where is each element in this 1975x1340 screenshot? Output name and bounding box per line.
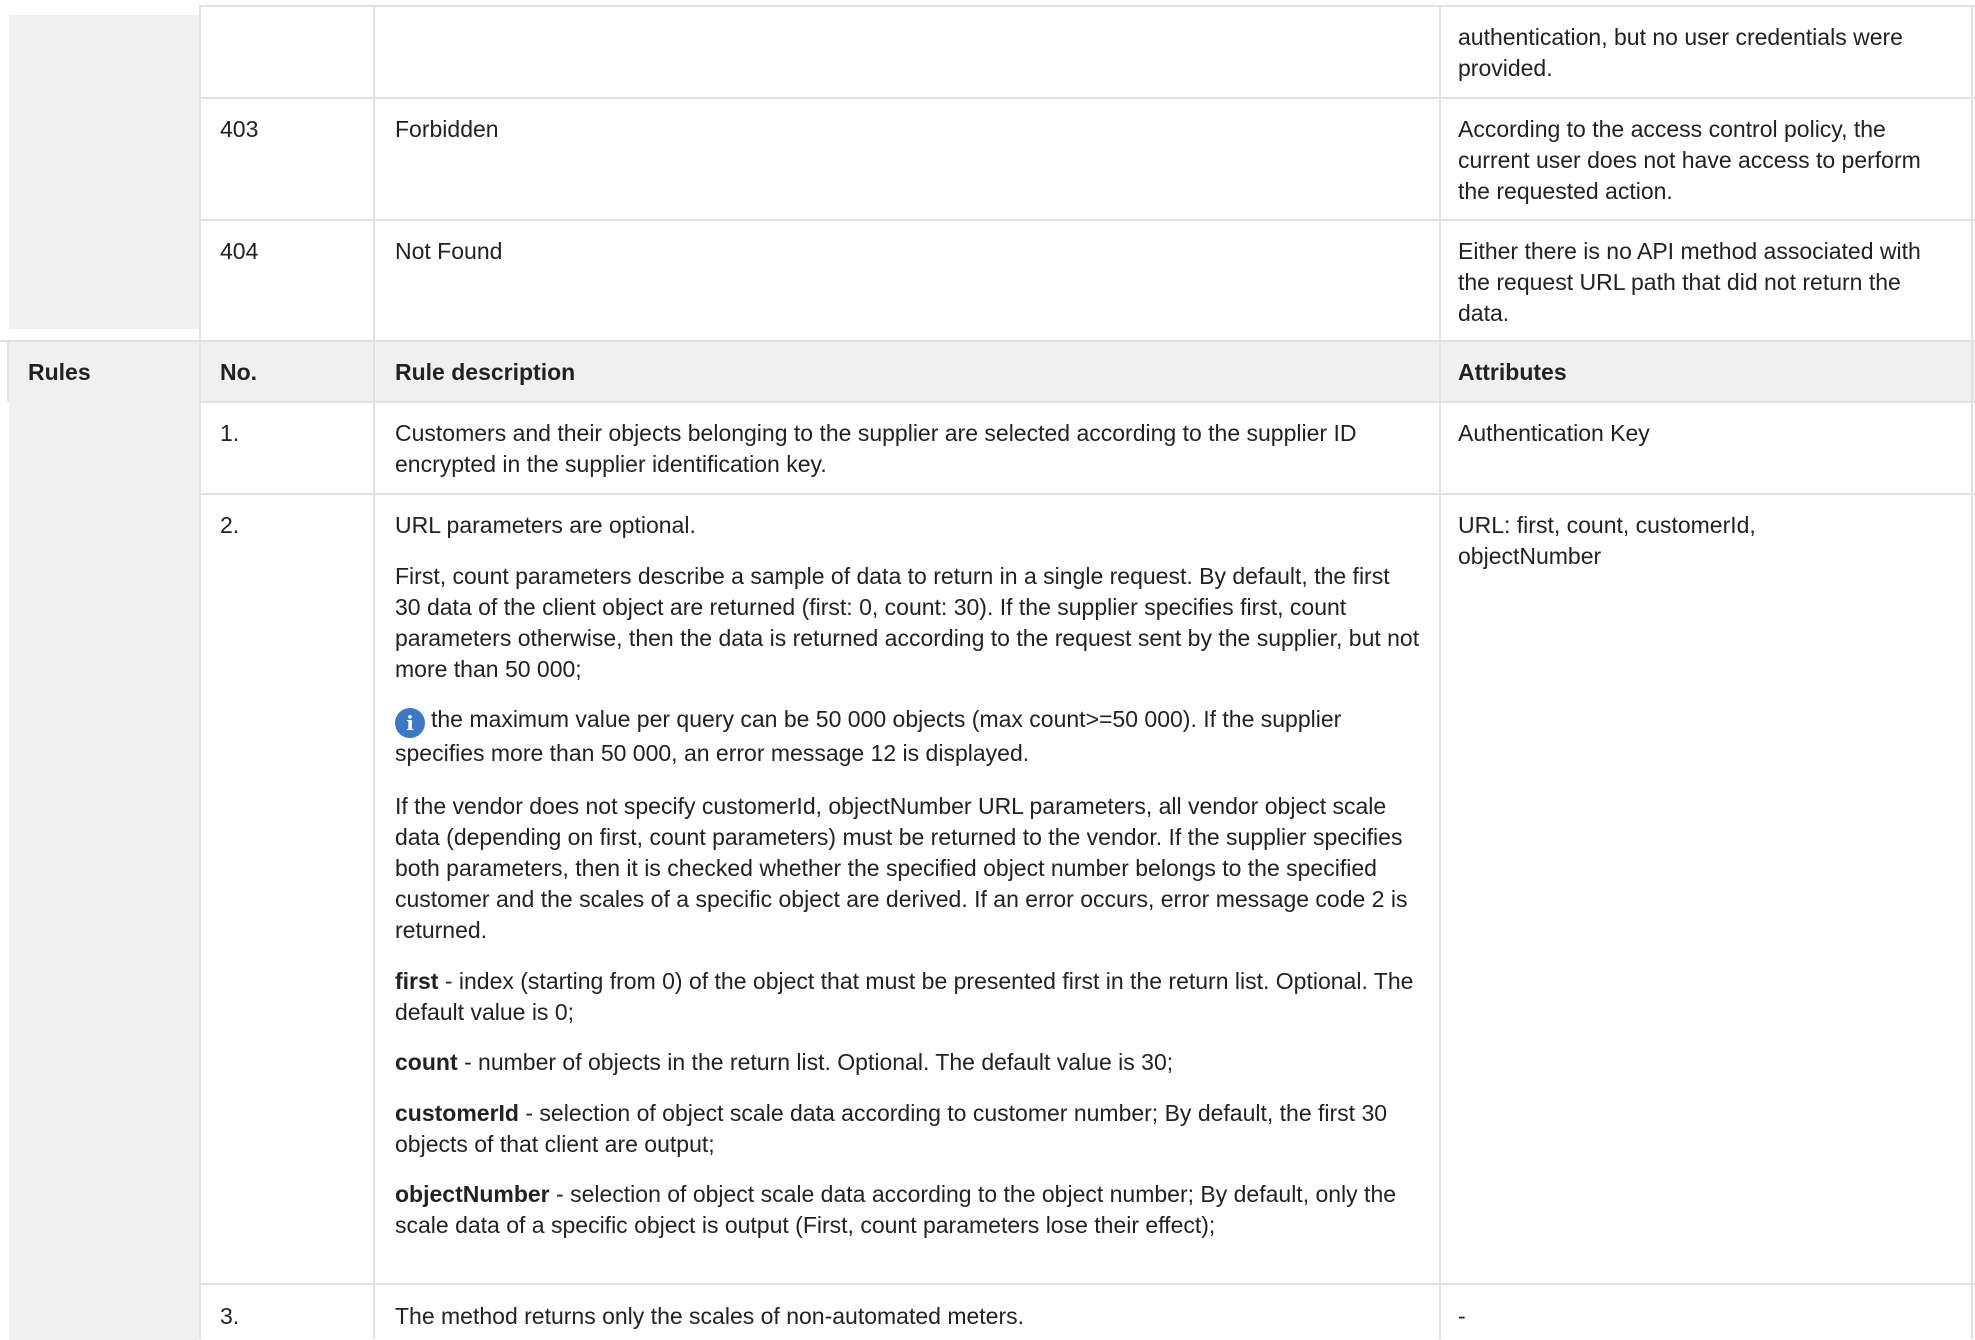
rule-paragraph: URL parameters are optional. xyxy=(395,512,696,538)
param-object-number: objectNumber - selection of object scale… xyxy=(395,1179,1420,1241)
row-divider xyxy=(199,219,1975,221)
column-header-no: No. xyxy=(220,359,258,385)
row-divider xyxy=(199,1283,1975,1285)
error-description: Either there is no API method associated… xyxy=(1458,238,1921,326)
rule-paragraph: First, count parameters describe a sampl… xyxy=(395,563,1420,682)
row-divider xyxy=(0,340,1975,342)
column-header-attributes: Attributes xyxy=(1458,359,1567,385)
rules-side-panel xyxy=(9,340,199,1340)
rule-number: 2. xyxy=(220,512,240,538)
error-code: 403 xyxy=(220,116,259,142)
error-name: Forbidden xyxy=(395,116,499,142)
column-divider xyxy=(1439,5,1441,1339)
param-text: - index (starting from 0) of the object … xyxy=(395,968,1414,1025)
param-term: first xyxy=(395,968,439,994)
column-divider xyxy=(373,5,375,1339)
error-description: authentication, but no user credentials … xyxy=(1458,24,1903,81)
column-divider xyxy=(199,5,201,1339)
param-term: count xyxy=(395,1049,458,1075)
info-note: i the maximum value per query can be 50 0… xyxy=(395,704,1420,769)
param-count: count - number of objects in the return … xyxy=(395,1047,1420,1078)
rule-paragraph: If the vendor does not specify customerI… xyxy=(395,793,1408,943)
rules-header-row xyxy=(9,340,1975,402)
error-code: 404 xyxy=(220,238,259,264)
param-term: customerId xyxy=(395,1100,519,1126)
row-divider xyxy=(199,5,1975,7)
errors-side-panel xyxy=(9,15,200,329)
rule-attributes: Authentication Key xyxy=(1458,420,1650,446)
column-divider xyxy=(1971,5,1973,1339)
row-divider xyxy=(199,97,1975,99)
rule-number: 3. xyxy=(220,1303,240,1329)
rule-number: 1. xyxy=(220,420,240,446)
error-description: According to the access control policy, … xyxy=(1458,116,1921,204)
rule-attributes: - xyxy=(1458,1303,1466,1329)
param-term: objectNumber xyxy=(395,1181,550,1207)
rule-attributes: URL: first, count, customerId, objectNum… xyxy=(1458,512,1756,569)
document-page: authentication, but no user credentials … xyxy=(0,0,1975,1340)
row-divider xyxy=(199,493,1975,495)
param-first: first - index (starting from 0) of the o… xyxy=(395,966,1420,1028)
rule-description: Customers and their objects belonging to… xyxy=(395,420,1357,477)
rule-description: The method returns only the scales of no… xyxy=(395,1303,1024,1329)
param-text: - number of objects in the return list. … xyxy=(457,1049,1174,1075)
row-divider xyxy=(199,401,1975,403)
info-note-text: the maximum value per query can be 50 00… xyxy=(395,706,1342,766)
param-customer-id: customerId - selection of object scale d… xyxy=(395,1098,1420,1160)
column-divider xyxy=(7,340,9,402)
error-name: Not Found xyxy=(395,238,503,264)
param-text: - selection of object scale data accordi… xyxy=(395,1100,1388,1157)
info-icon: i xyxy=(395,708,425,738)
rules-section-label: Rules xyxy=(28,359,91,385)
column-header-description: Rule description xyxy=(395,359,576,385)
